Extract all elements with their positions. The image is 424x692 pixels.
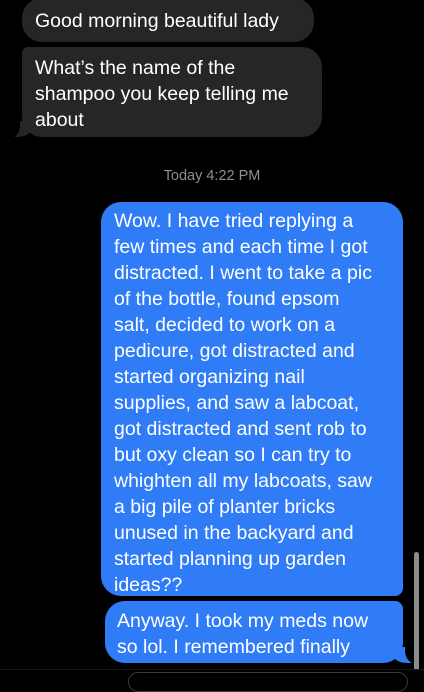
- outgoing-message-bubble[interactable]: Anyway. I took my meds now so lol. I rem…: [105, 601, 403, 663]
- incoming-message-bubble[interactable]: Good morning beautiful lady: [22, 0, 314, 42]
- scroll-indicator[interactable]: [414, 552, 419, 680]
- incoming-message-bubble[interactable]: What’s the name of the shampoo you keep …: [22, 47, 322, 137]
- outgoing-message-bubble[interactable]: Wow. I have tried replying a few times a…: [101, 202, 403, 596]
- message-input-field[interactable]: [128, 672, 408, 692]
- message-thread[interactable]: Good morning beautiful lady What’s the n…: [0, 0, 424, 692]
- message-timestamp: Today 4:22 PM: [163, 168, 261, 184]
